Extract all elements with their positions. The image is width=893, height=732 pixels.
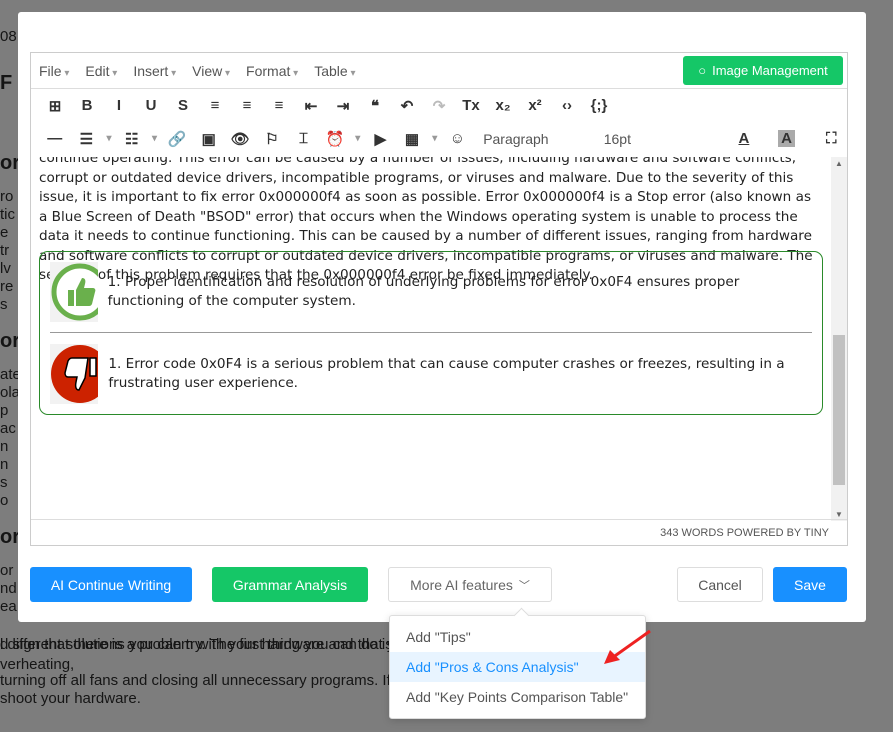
- toolbar-icon[interactable]: ▾: [102, 133, 116, 144]
- red-arrow-annotation: [604, 629, 651, 664]
- background-text: s: [0, 474, 8, 491]
- chevron-down-icon: ﹀: [518, 579, 530, 592]
- background-text: or: [0, 152, 20, 174]
- toolbar-icon[interactable]: U: [135, 97, 167, 114]
- text-color-icon[interactable]: A: [728, 130, 760, 147]
- toolbar-icon[interactable]: ≡: [231, 97, 263, 114]
- menu-edit[interactable]: Edit: [85, 63, 117, 79]
- toolbar-icon[interactable]: ☷: [116, 130, 148, 148]
- background-text: F: [0, 72, 13, 94]
- toolbar-icon[interactable]: ⇤: [295, 97, 327, 115]
- toolbar-icon[interactable]: ⚐: [256, 130, 288, 148]
- toolbar-icon[interactable]: S: [167, 97, 199, 114]
- menu-table[interactable]: Table: [314, 63, 355, 79]
- background-text: or: [0, 330, 20, 352]
- background-text: nd: [0, 580, 17, 597]
- toolbar-icon[interactable]: ≡: [199, 97, 231, 114]
- toolbar-icon[interactable]: x₂: [487, 97, 519, 114]
- grammar-analysis-button[interactable]: Grammar Analysis: [212, 567, 368, 602]
- background-text: o: [0, 492, 9, 509]
- toolbar-icon[interactable]: ↷: [423, 97, 455, 115]
- toolbar-icon[interactable]: ⊞: [39, 97, 71, 115]
- toolbar-row-1: ⊞ B I U S ≡ ≡ ≡ ⇤ ⇥ ❝ ↶ ↷ Tx x₂ x² ‹› {;}: [31, 89, 847, 122]
- font-size-select[interactable]: 16pt: [604, 131, 722, 147]
- toolbar-icon[interactable]: ↶: [391, 97, 423, 115]
- editor-modal: ○ Image Management File Edit Insert View For…: [18, 12, 866, 622]
- search-icon: ○: [698, 63, 707, 78]
- scroll-down-icon[interactable]: ▼: [831, 510, 847, 519]
- save-button[interactable]: Save: [773, 567, 847, 602]
- status-bar: 343 WORDS POWERED BY TINY: [31, 519, 847, 545]
- ai-continue-writing-button[interactable]: AI Continue Writing: [30, 567, 192, 602]
- background-text: n: [0, 438, 9, 455]
- toolbar-icon[interactable]: ‹›: [551, 97, 583, 114]
- scroll-up-icon[interactable]: ▲: [831, 159, 847, 168]
- block-format-select[interactable]: Paragraph: [483, 131, 592, 147]
- background-text: lv: [0, 260, 11, 277]
- toolbar-icon[interactable]: ≡: [263, 97, 295, 114]
- background-text: re: [0, 278, 14, 295]
- background-text: p: [0, 402, 9, 419]
- highlight-color-icon[interactable]: A: [777, 130, 796, 147]
- background-text: n: [0, 456, 9, 473]
- menu-format[interactable]: Format: [246, 63, 298, 79]
- menubar: ○ Image Management File Edit Insert View For…: [31, 53, 847, 89]
- toolbar-icon[interactable]: ❝: [359, 97, 391, 115]
- menu-view[interactable]: View: [192, 63, 230, 79]
- toolbar-icon[interactable]: ☺: [442, 130, 474, 147]
- toolbar-icon[interactable]: ⇥: [327, 97, 359, 115]
- toolbar-icon[interactable]: ▾: [351, 133, 365, 144]
- cancel-button[interactable]: Cancel: [677, 567, 763, 602]
- background-text: or: [0, 562, 14, 579]
- toolbar-row-2: — ☰ ▾ ☷ ▾ 🔗 ▣ 👁 ⚐ ⌶ ⏰ ▾ ▶ ▦ ▾ ☺ Paragraph 16pt A A ⛶: [31, 122, 847, 155]
- pros-cons-box: 1. Proper identification and resolution …: [39, 251, 823, 415]
- toolbar-icon[interactable]: ⌶: [288, 130, 320, 147]
- toolbar-icon[interactable]: ▾: [148, 133, 162, 144]
- background-text: 08: [0, 28, 17, 45]
- menu-file[interactable]: File: [39, 63, 69, 79]
- image-management-button[interactable]: ○ Image Management: [683, 56, 843, 85]
- divider: [50, 332, 812, 333]
- background-text: ro: [0, 188, 14, 205]
- word-count: 343 WORDS POWERED BY TINY: [660, 527, 829, 539]
- toolbar-icon[interactable]: 🔗: [161, 130, 193, 148]
- background-text: e: [0, 224, 9, 241]
- background-text: tr: [0, 242, 10, 259]
- rich-text-editor: ○ Image Management File Edit Insert View For…: [30, 52, 848, 546]
- menu-item[interactable]: Add "Key Points Comparison Table": [390, 682, 645, 712]
- thumbs-up-icon: [50, 262, 98, 322]
- toolbar-icon[interactable]: ▣: [193, 130, 225, 148]
- toolbar-icon[interactable]: {;}: [583, 97, 615, 114]
- scrollbar[interactable]: ▲ ▼: [831, 157, 847, 521]
- toolbar-icon[interactable]: ☰: [71, 130, 103, 148]
- background-text: ac: [0, 420, 16, 437]
- thumbs-down-icon: [50, 344, 99, 404]
- toolbar-icon[interactable]: ⏰: [319, 130, 351, 148]
- toolbar-icon[interactable]: B: [71, 97, 103, 114]
- pro-row: 1. Proper identification and resolution …: [50, 262, 810, 322]
- block-format-value: Paragraph: [483, 130, 549, 147]
- toolbar-icon[interactable]: ▦: [396, 130, 428, 148]
- background-text: or: [0, 526, 20, 548]
- toolbar-icon[interactable]: ▶: [365, 130, 397, 148]
- background-text: tic: [0, 206, 15, 223]
- background-text: d sign that there is a problem with your…: [0, 636, 447, 653]
- toolbar-icon[interactable]: —: [39, 130, 71, 147]
- con-row: 1. Error code 0x0F4 is a serious problem…: [50, 344, 810, 404]
- toolbar-icon[interactable]: x²: [519, 97, 551, 114]
- scrollbar-thumb[interactable]: [833, 335, 845, 485]
- background-text: s: [0, 296, 8, 313]
- toolbar-icon[interactable]: 👁: [225, 130, 257, 148]
- toolbar-icon[interactable]: I: [103, 97, 135, 114]
- background-text: verheating,: [0, 656, 75, 673]
- menu-insert[interactable]: Insert: [133, 63, 176, 79]
- toolbar-icon[interactable]: ▾: [428, 133, 442, 144]
- toolbar-icon[interactable]: Tx: [455, 97, 487, 114]
- background-text: shoot your hardware.: [0, 690, 141, 707]
- font-size-value: 16pt: [603, 130, 631, 147]
- fullscreen-icon[interactable]: ⛶: [815, 130, 847, 147]
- background-text: ea: [0, 598, 17, 615]
- more-ai-features-button[interactable]: More AI features ﹀: [388, 567, 552, 602]
